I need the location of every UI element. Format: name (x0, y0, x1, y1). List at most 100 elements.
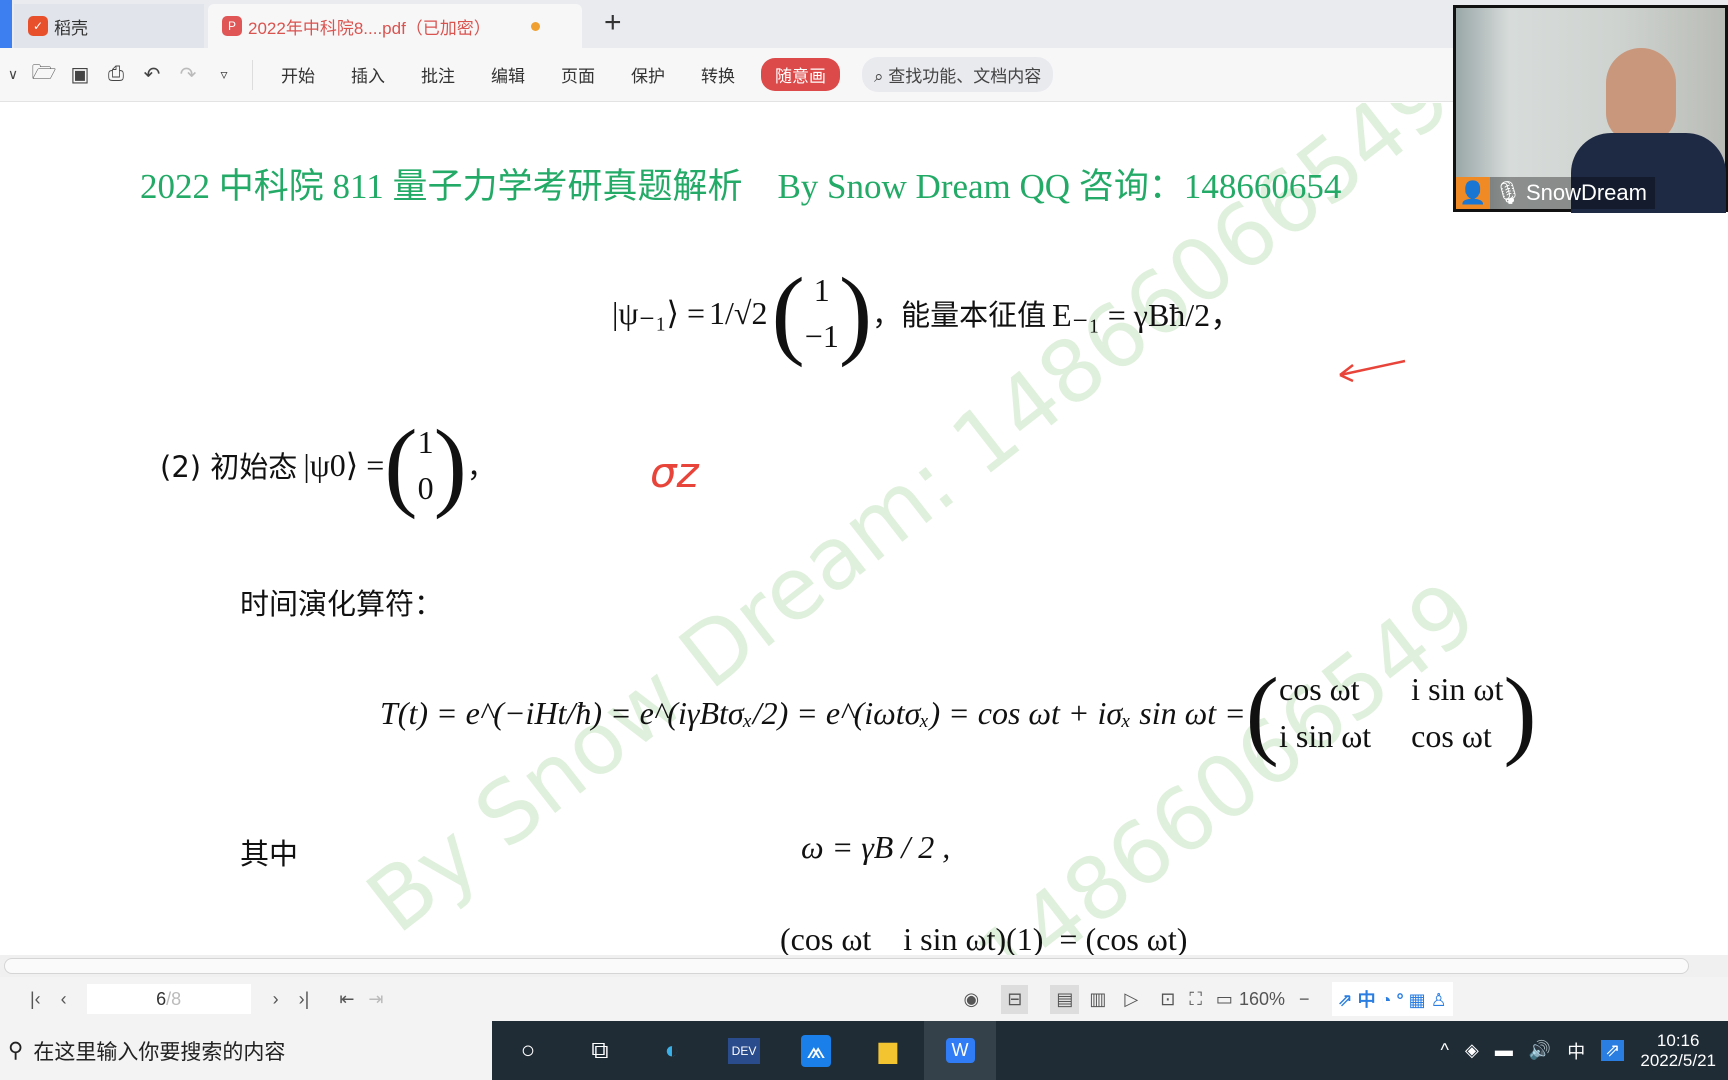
first-page-icon[interactable]: |‹ (30, 989, 41, 1010)
ime-toolbar[interactable]: ⇗ 中 ◔ ° ▦ ♙ (1331, 982, 1453, 1016)
pdf-icon: P (222, 16, 242, 36)
webcam-overlay: 👤 🎙 SnowDream (1453, 5, 1728, 213)
input-method-icon[interactable]: ⇗ (1601, 1040, 1625, 1061)
zoom-out-icon[interactable]: − (1299, 989, 1310, 1010)
time: 10:16 (1656, 1030, 1700, 1050)
devcpp-icon[interactable]: DEV (708, 1021, 780, 1080)
daoke-logo-icon: ✓ (28, 16, 48, 36)
omega-definition: ω = γB / 2 , (801, 829, 951, 865)
unsaved-dot-icon (530, 21, 540, 31)
page-current: 6 (156, 988, 167, 1009)
undo-icon[interactable]: ↶ (134, 62, 170, 87)
actual-size-icon[interactable]: ⊡ (1160, 989, 1175, 1010)
document-header: 2022 中科院 811 量子力学考研真题解析 By Snow Dream QQ… (140, 167, 1342, 206)
save-icon[interactable]: ▣ (62, 62, 98, 87)
eq-text: ，能量本征值 (872, 298, 1047, 332)
battery-icon[interactable]: ▬ (1495, 1040, 1513, 1061)
customize-icon[interactable]: ▿ (206, 66, 242, 83)
search-placeholder: 查找功能、文档内容 (888, 67, 1042, 86)
print-icon[interactable]: ⎙ (98, 63, 134, 86)
ime-indicator[interactable]: 中 (1567, 1038, 1585, 1064)
tray-expand-icon[interactable]: ^ (1441, 1040, 1449, 1061)
handwritten-annotation: σz (650, 448, 699, 497)
tab-daoke[interactable]: ✓ 稻壳 (14, 4, 204, 48)
meeting-app-icon[interactable]: ⩕ (780, 1021, 852, 1080)
horizontal-scrollbar[interactable] (0, 955, 1728, 977)
menu-convert[interactable]: 转换 (701, 62, 735, 87)
matrix-entry: cos ωt (1278, 671, 1360, 707)
feature-search[interactable]: ⌕ 查找功能、文档内容 (862, 57, 1054, 92)
clock[interactable]: 10:16 2022/5/21 (1640, 1031, 1716, 1071)
document-page: By Snow Dream: 14866066549 14866066549 2… (0, 103, 1728, 955)
item-label: (2) 初始态 (160, 450, 298, 484)
eq-text: |ψ₋₁⟩ = (612, 295, 706, 331)
menu-protect[interactable]: 保护 (631, 62, 665, 87)
new-tab-button[interactable]: + (604, 6, 622, 40)
fit-page-icon[interactable]: ⛶ (1189, 989, 1202, 1010)
taskbar-search[interactable]: ⚲ 在这里输入你要搜索的内容 (0, 1021, 492, 1080)
two-page-icon[interactable]: ▥ (1089, 989, 1106, 1010)
menu-start[interactable]: 开始 (281, 62, 315, 87)
last-page-icon[interactable]: ›| (299, 989, 310, 1010)
partial-equation: (cos ωt i sin ωt)(1) = (cos ωt) (780, 921, 1188, 955)
participant-name: SnowDream (1525, 180, 1647, 205)
scrollbar-thumb[interactable] (4, 958, 1689, 974)
divider (252, 59, 253, 90)
search-icon: ⚲ (8, 1039, 24, 1062)
eq-text: T(t) = e^(−iHt/ħ) = e^(iγBtσₓ/2) = e^(iω… (380, 694, 1246, 731)
matrix: cos ωt i sin ωt i sin ωt cos ωt (1279, 671, 1503, 755)
fit-width-icon[interactable]: ▭ (1216, 989, 1233, 1010)
play-icon[interactable]: ▷ (1124, 989, 1138, 1010)
eq-text: |ψ0⟩ = (303, 447, 385, 483)
single-page-icon[interactable]: ▤ (1050, 984, 1080, 1014)
cortana-icon[interactable]: ○ (492, 1021, 564, 1080)
volume-icon[interactable]: 🔊 (1529, 1040, 1551, 1061)
participant-tag: 👤 🎙 SnowDream (1456, 177, 1655, 209)
evolution-operator-label: 时间演化算符： (240, 587, 444, 621)
initial-state-line: (2) 初始态 |ψ0⟩ = (1 0)， (160, 409, 496, 520)
menu-page[interactable]: 页面 (561, 62, 595, 87)
page-number-input[interactable]: 6/8 (86, 984, 251, 1014)
taskbar: ⚲ 在这里输入你要搜索的内容 ○ ⧉ ◐ DEV ⩕ ▆ W ^ ◈ ▬ 🔊 中 … (0, 1021, 1728, 1080)
vec-entry: 1 (813, 271, 830, 308)
matrix-entry: i sin ωt (1278, 718, 1372, 754)
presenter-face (1606, 48, 1676, 143)
tab-label: 2022年中科院8....pdf（已加密） (248, 18, 491, 38)
chevron-down-icon[interactable]: ∨ (0, 66, 26, 83)
eq-fraction: 1/√2 (709, 294, 768, 331)
continuous-view-icon[interactable]: ⊟ (1001, 984, 1029, 1014)
menu-insert[interactable]: 插入 (351, 62, 385, 87)
next-page-icon[interactable]: › (273, 989, 279, 1010)
task-view-icon[interactable]: ⧉ (564, 1021, 636, 1080)
eq-text: E₋₁ = γBħ/2， (1052, 297, 1243, 333)
tab-label: 稻壳 (54, 18, 88, 38)
forward-icon[interactable]: ⇥ (368, 989, 383, 1010)
vec-entry: 1 (417, 423, 434, 460)
scribble-button[interactable]: 随意画 (761, 58, 840, 91)
menu-annotate[interactable]: 批注 (421, 62, 455, 87)
redo-icon[interactable]: ↷ (170, 62, 206, 87)
tab-pdf-document[interactable]: P 2022年中科院8....pdf（已加密） (208, 4, 582, 48)
prev-page-icon[interactable]: ‹ (61, 989, 67, 1010)
wps-icon[interactable]: W (924, 1021, 996, 1080)
handwritten-arrow-icon (1339, 359, 1406, 383)
edge-icon[interactable]: ◐ (636, 1021, 708, 1080)
microphone-icon: 🎙 (1494, 180, 1522, 205)
open-folder-icon[interactable]: 🗁 (26, 58, 62, 92)
window-edge (0, 0, 12, 48)
network-app-icon[interactable]: ◈ (1465, 1040, 1479, 1061)
vec-entry: 0 (417, 470, 434, 506)
system-tray: ^ ◈ ▬ 🔊 中 ⇗ 10:16 2022/5/21 (1441, 1031, 1716, 1071)
eye-protection-icon[interactable]: ◉ (964, 989, 980, 1010)
file-explorer-icon[interactable]: ▆ (852, 1021, 924, 1080)
eigenstate-equation: |ψ₋₁⟩ = 1/√2 (1 −1) ，能量本征值 E₋₁ = γBħ/2， (612, 257, 1243, 368)
user-icon: 👤 (1456, 177, 1490, 209)
matrix-entry: cos ωt (1411, 718, 1492, 754)
menu-edit[interactable]: 编辑 (491, 62, 525, 87)
back-icon[interactable]: ⇤ (339, 989, 354, 1010)
evolution-equation: T(t) = e^(−iHt/ħ) = e^(iγBtσₓ/2) = e^(iω… (380, 657, 1537, 768)
search-icon: ⌕ (874, 67, 889, 86)
zoom-level[interactable]: 160% (1239, 989, 1285, 1010)
date: 2022/5/21 (1640, 1050, 1716, 1070)
vec-entry: −1 (804, 318, 839, 354)
